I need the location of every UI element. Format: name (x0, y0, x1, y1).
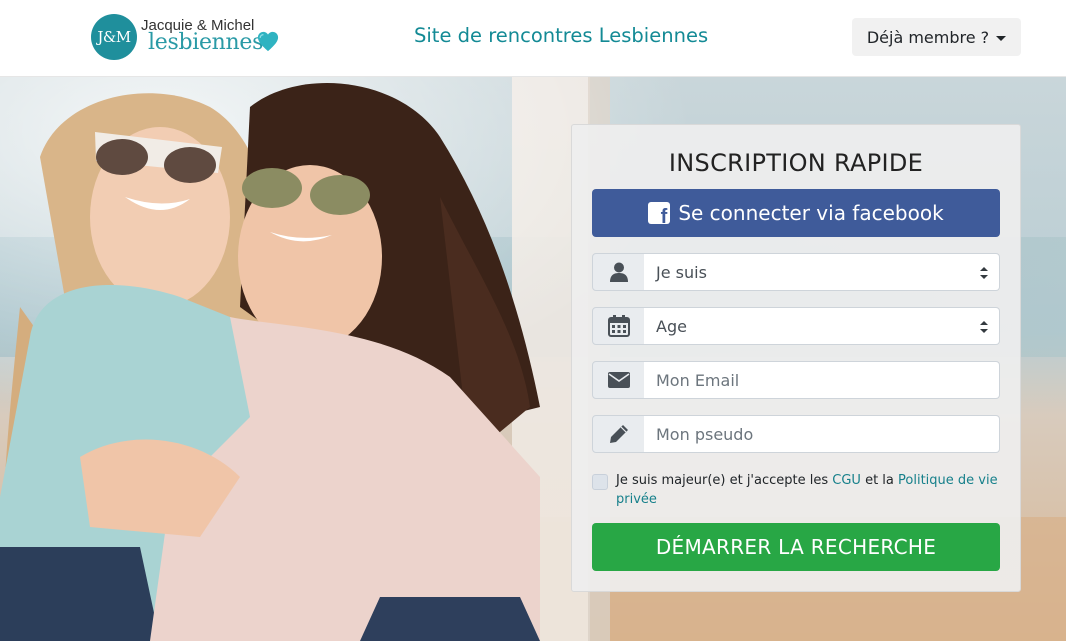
facebook-login-button[interactable]: f Se connecter via facebook (592, 189, 1000, 237)
site-logo[interactable]: J&M Jacquie & Michel lesbiennes (91, 14, 281, 62)
consent-text-before: Je suis majeur(e) et j'accepte les (616, 473, 833, 488)
envelope-icon (592, 361, 646, 399)
consent-row: Je suis majeur(e) et j'accepte les CGU e… (592, 471, 1002, 509)
age-select[interactable]: Age (644, 307, 1000, 345)
pseudo-input[interactable] (644, 415, 1000, 453)
age-field: Age (592, 307, 1000, 345)
facebook-icon: f (648, 202, 671, 227)
facebook-login-label: Se connecter via facebook (678, 201, 944, 225)
already-member-dropdown[interactable]: Déjà membre ? (852, 18, 1021, 56)
gender-select-value: Je suis (656, 262, 707, 282)
already-member-label: Déjà membre ? (866, 27, 990, 47)
heart-icon (257, 31, 279, 52)
consent-text-middle: et la (860, 473, 899, 488)
email-input[interactable] (644, 361, 1000, 399)
gender-field: Je suis (592, 253, 1000, 291)
cgu-link[interactable]: CGU (832, 473, 861, 488)
pencil-icon (592, 415, 646, 453)
site-header: J&M Jacquie & Michel lesbiennes Site de … (0, 0, 1066, 77)
caret-down-icon (996, 35, 1007, 41)
form-title: INSCRIPTION RAPIDE (668, 149, 924, 177)
signup-form-card: INSCRIPTION RAPIDE f Se connecter via fa… (571, 124, 1021, 592)
calendar-icon (592, 307, 646, 345)
email-field (592, 361, 1000, 399)
select-arrows-icon (980, 267, 988, 279)
pseudo-field (592, 415, 1000, 453)
logo-category-text: lesbiennes (148, 30, 264, 55)
age-select-value: Age (656, 316, 687, 336)
select-arrows-icon (980, 321, 988, 333)
consent-text: Je suis majeur(e) et j'accepte les CGU e… (616, 471, 1002, 509)
consent-checkbox[interactable] (592, 474, 608, 490)
gender-select[interactable]: Je suis (644, 253, 1000, 291)
start-search-button[interactable]: DÉMARRER LA RECHERCHE (592, 523, 1000, 571)
user-icon (592, 253, 646, 291)
site-title: Site de rencontres Lesbiennes (414, 24, 709, 47)
logo-monogram: J&M (91, 14, 137, 60)
